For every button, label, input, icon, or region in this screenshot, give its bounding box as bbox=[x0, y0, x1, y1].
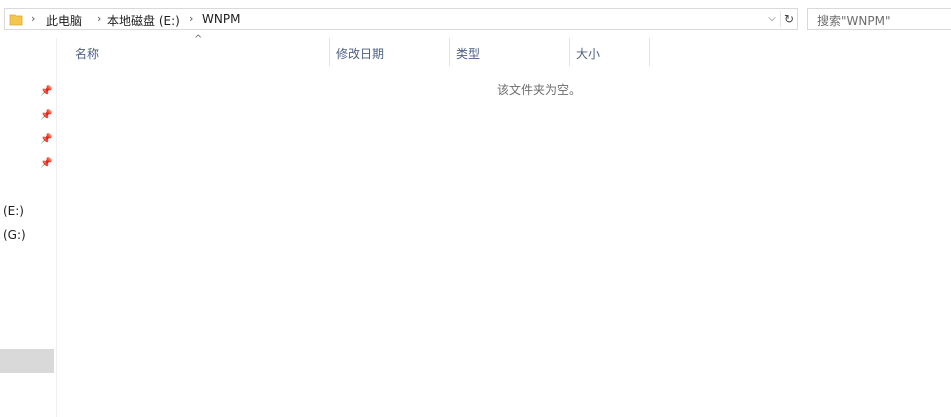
address-bar[interactable]: › 此电脑 › 本地磁盘 (E:) › WNPM ⌵ ↻ bbox=[4, 8, 798, 30]
nav-item-drive-e[interactable]: (E:) bbox=[3, 204, 24, 218]
search-placeholder: 搜索"WNPM" bbox=[817, 14, 891, 28]
pin-icon: 📌 bbox=[40, 134, 53, 145]
empty-folder-message: 该文件夹为空。 bbox=[497, 83, 582, 97]
pin-icon: 📌 bbox=[40, 86, 53, 97]
column-divider[interactable] bbox=[649, 38, 650, 66]
column-header-date-modified[interactable]: 修改日期 bbox=[330, 38, 449, 66]
column-header-name[interactable]: 名称 bbox=[70, 38, 329, 66]
pin-icon: 📌 bbox=[40, 158, 53, 169]
chevron-down-icon[interactable]: ⌵ bbox=[765, 11, 779, 27]
breadcrumb-wnpm[interactable]: WNPM bbox=[202, 12, 240, 26]
chevron-right-icon[interactable]: › bbox=[189, 12, 193, 25]
chevron-right-icon[interactable]: › bbox=[31, 12, 35, 25]
nav-item-selected[interactable] bbox=[0, 349, 54, 373]
search-input[interactable]: 搜索"WNPM" bbox=[807, 8, 951, 30]
breadcrumb-this-pc[interactable]: 此电脑 bbox=[46, 12, 82, 29]
column-header-type[interactable]: 类型 bbox=[450, 38, 569, 66]
refresh-icon[interactable]: ↻ bbox=[782, 11, 796, 27]
navigation-pane: 📌 📌 📌 📌 (E:) (G:) bbox=[0, 38, 57, 417]
breadcrumb-local-disk-e[interactable]: 本地磁盘 (E:) bbox=[107, 12, 180, 29]
nav-item-drive-g[interactable]: (G:) bbox=[3, 228, 26, 242]
pin-icon: 📌 bbox=[40, 110, 53, 121]
divider bbox=[780, 11, 781, 27]
column-header-size[interactable]: 大小 bbox=[570, 38, 649, 66]
folder-icon bbox=[9, 14, 23, 26]
chevron-right-icon[interactable]: › bbox=[97, 12, 101, 25]
